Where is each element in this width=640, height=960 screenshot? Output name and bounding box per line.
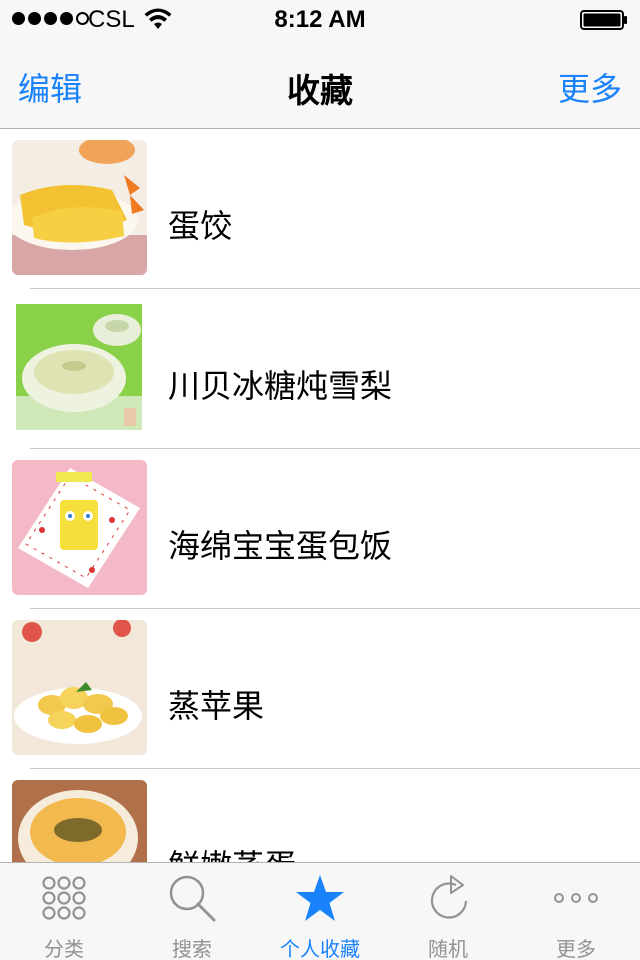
- tab-random[interactable]: 随机: [384, 863, 512, 960]
- grid-icon: [42, 876, 86, 920]
- recipe-thumbnail: [12, 140, 147, 275]
- list-item[interactable]: 川贝冰糖炖雪梨: [0, 289, 640, 449]
- edit-button[interactable]: 编辑: [18, 64, 82, 110]
- more-icon: [554, 893, 598, 903]
- tab-more[interactable]: 更多: [512, 863, 640, 960]
- tab-favorites[interactable]: 个人收藏: [256, 863, 384, 960]
- star-icon: [296, 875, 344, 921]
- list-item[interactable]: 蛋饺: [0, 129, 640, 289]
- refresh-icon: [430, 875, 468, 919]
- tab-label: 个人收藏: [280, 937, 360, 960]
- tab-bar: 分类 搜索 个人收藏 随机 更多: [0, 862, 640, 960]
- recipe-thumbnail: [12, 780, 147, 862]
- battery-icon: [580, 10, 627, 30]
- screen: CSL 8:12 AM 编辑 收藏 更多 蛋饺 川贝冰糖炖雪梨 海绵宝宝蛋包饭 …: [0, 0, 640, 960]
- navigation-bar: 编辑 收藏 更多: [0, 40, 640, 129]
- more-button[interactable]: 更多: [558, 64, 622, 110]
- recipe-title: 蒸苹果: [168, 687, 265, 725]
- tab-label: 搜索: [172, 937, 212, 960]
- status-bar: CSL 8:12 AM: [0, 0, 640, 40]
- tab-category[interactable]: 分类: [0, 863, 128, 960]
- recipe-thumbnail: [12, 300, 147, 435]
- list-item[interactable]: 海绵宝宝蛋包饭: [0, 449, 640, 609]
- list-item[interactable]: 蒸苹果: [0, 609, 640, 769]
- page-title: 收藏: [287, 71, 353, 110]
- tab-label: 更多: [556, 937, 596, 960]
- tab-label: 分类: [44, 937, 84, 960]
- tab-search[interactable]: 搜索: [128, 863, 256, 960]
- recipe-thumbnail: [12, 620, 147, 755]
- status-time: 8:12 AM: [274, 6, 366, 33]
- recipe-title: 蛋饺: [168, 207, 233, 245]
- recipe-title: 鲜嫩蒸蛋: [168, 841, 296, 862]
- recipe-thumbnail: [12, 460, 147, 595]
- recipe-title: 川贝冰糖炖雪梨: [168, 367, 393, 405]
- list-item[interactable]: 鲜嫩蒸蛋: [0, 769, 640, 862]
- tab-label: 随机: [428, 937, 468, 960]
- search-icon: [169, 875, 216, 922]
- recipe-title: 海绵宝宝蛋包饭: [168, 527, 393, 565]
- favorites-list[interactable]: 蛋饺 川贝冰糖炖雪梨 海绵宝宝蛋包饭 蒸苹果: [0, 129, 640, 862]
